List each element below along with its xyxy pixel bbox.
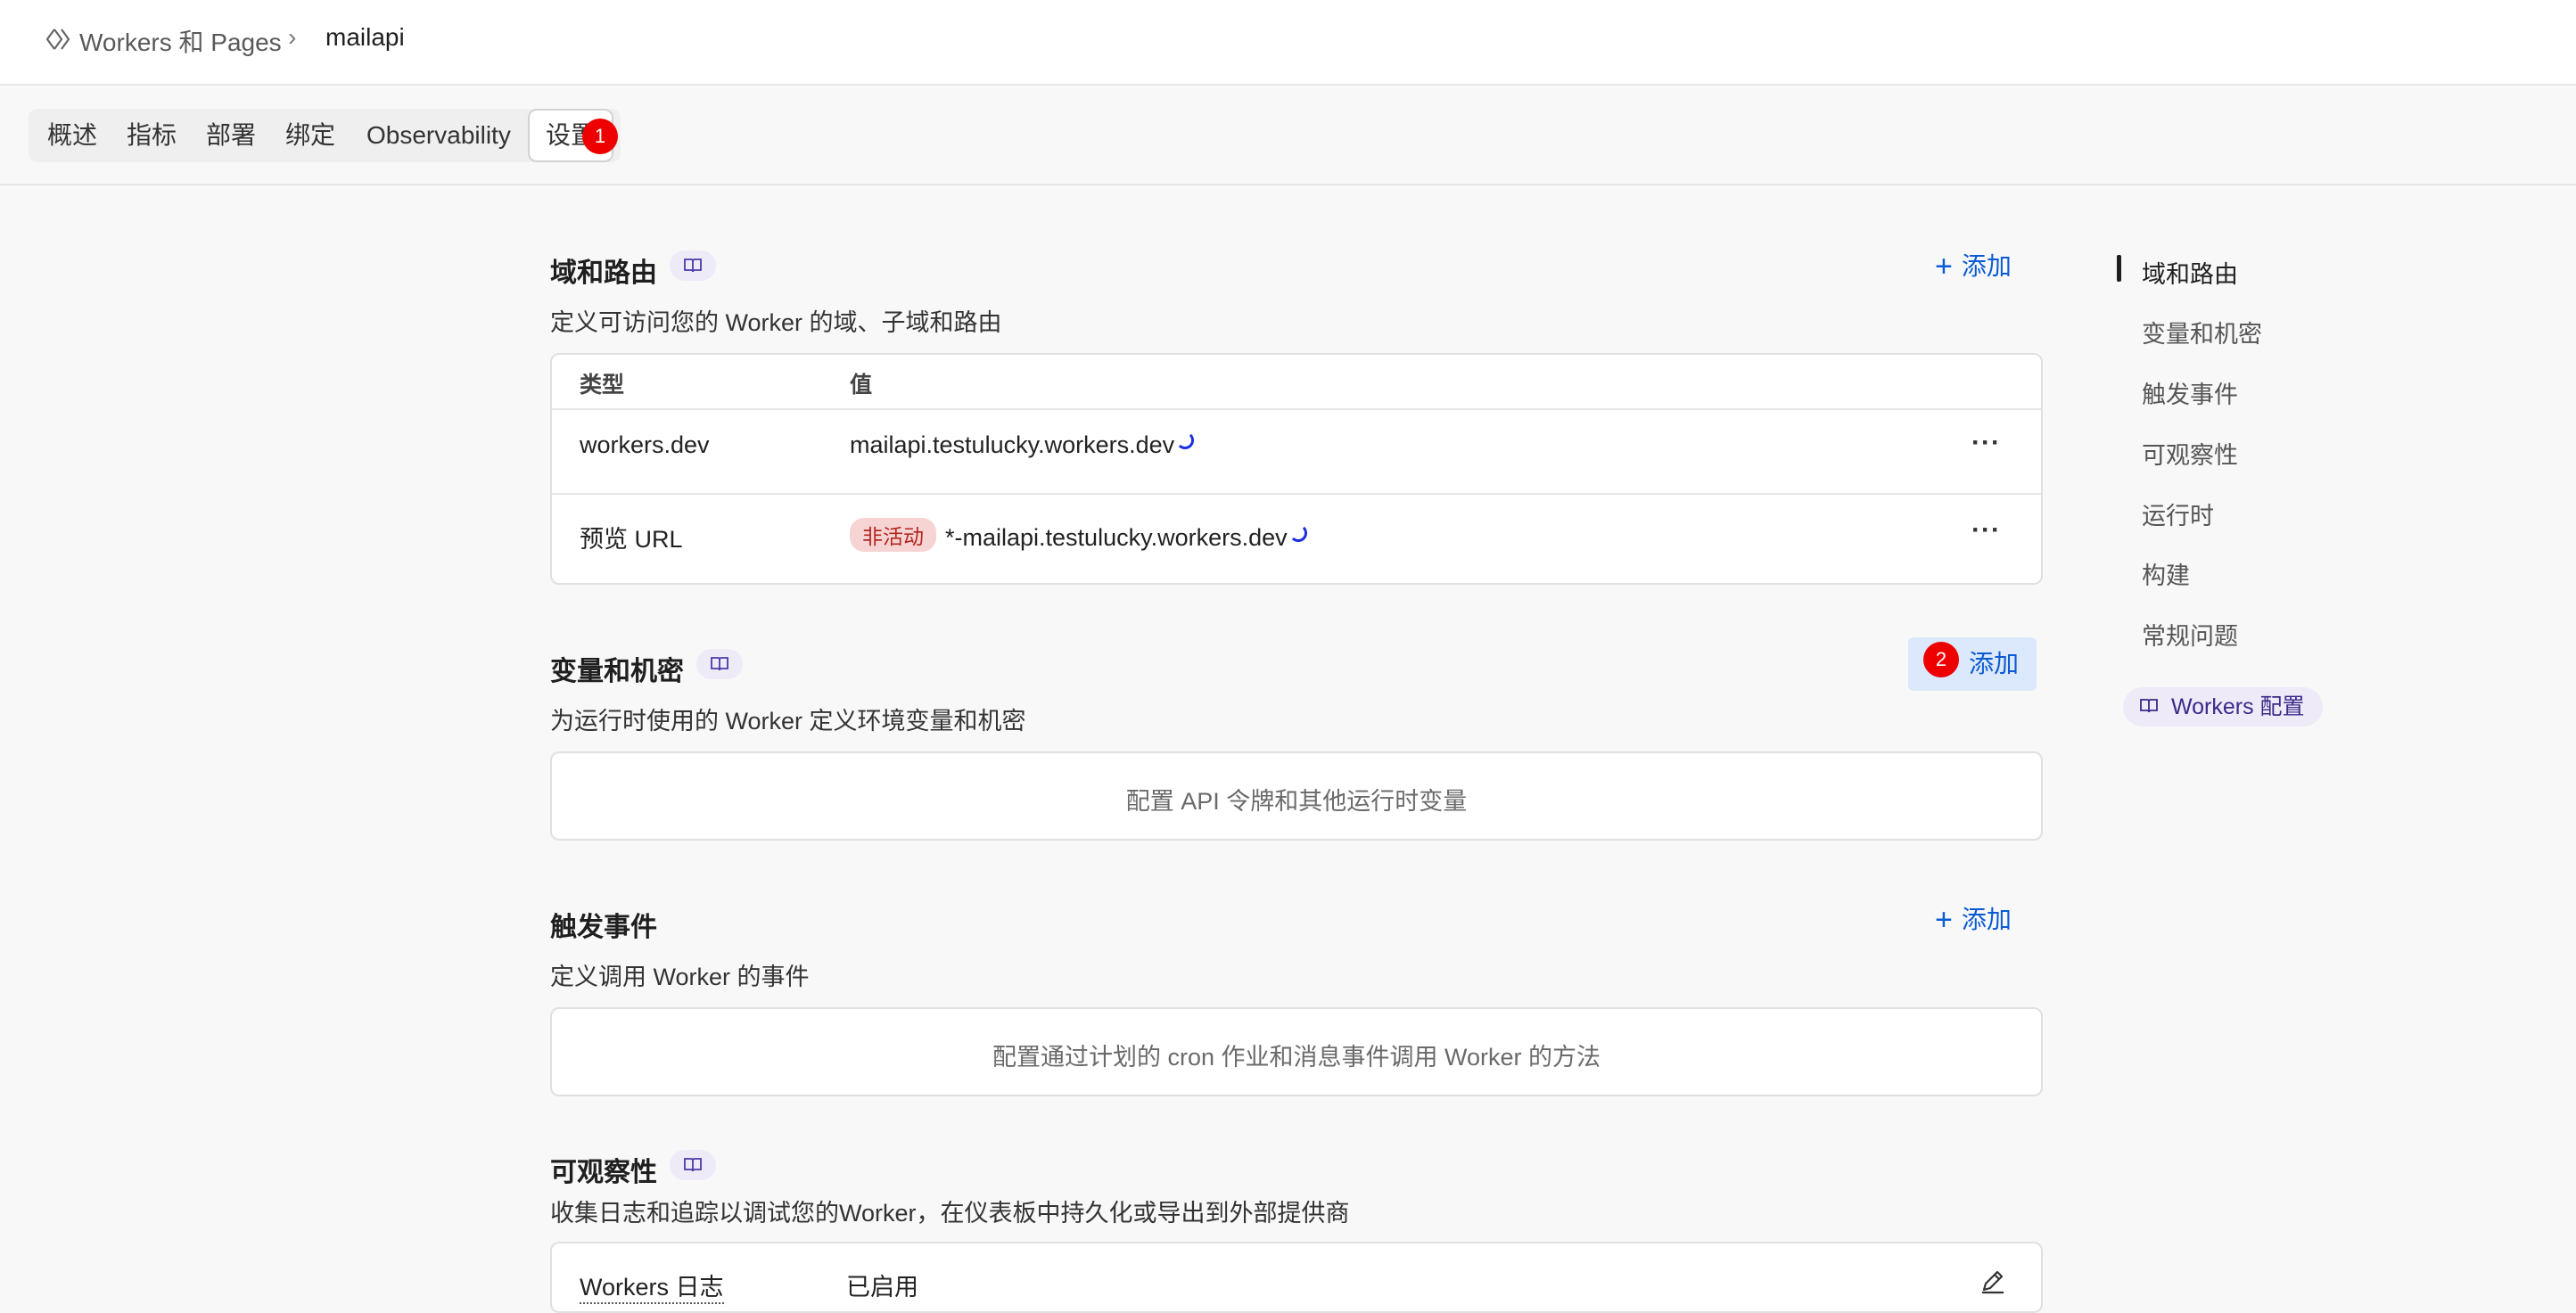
breadcrumb-separator: › — [288, 23, 297, 51]
row-value[interactable]: 非活动 *-mailapi.testulucky.workers.dev — [850, 518, 1307, 552]
triggers-title: 触发事件 — [550, 913, 657, 942]
triggers-empty-card[interactable]: 配置通过计划的 cron 作业和消息事件调用 Worker 的方法 — [550, 1007, 2043, 1096]
workers-config-docs-link[interactable]: Workers 配置 — [2123, 687, 2323, 726]
status-badge: 非活动 — [850, 518, 936, 552]
domains-docs-link[interactable] — [670, 250, 716, 281]
table-divider — [552, 408, 2041, 410]
toc-item-observability[interactable]: 可观察性 — [2142, 436, 2238, 471]
variables-description: 为运行时使用的 Worker 定义环境变量和机密 — [550, 708, 1026, 734]
plus-icon: + — [1935, 903, 1953, 937]
loading-spinner-icon — [1176, 431, 1195, 449]
workers-logs-status: 已启用 — [846, 1274, 918, 1301]
row-more-button[interactable]: ··· — [1971, 515, 2001, 546]
observability-title: 可观察性 — [550, 1158, 657, 1187]
observability-description: 收集日志和追踪以调试您的Worker，在仪表板中持久化或导出到外部提供商 — [550, 1200, 1350, 1227]
tab-overview[interactable]: 概述 — [47, 109, 97, 162]
row-value[interactable]: mailapi.testulucky.workers.dev — [850, 431, 1195, 459]
triggers-empty-text: 配置通过计划的 cron 作业和消息事件调用 Worker 的方法 — [992, 1044, 1601, 1071]
domains-add-label: 添加 — [1961, 252, 2012, 280]
observability-card: Workers 日志 已启用 — [550, 1242, 2043, 1313]
workers-config-label: Workers 配置 — [2171, 694, 2305, 719]
breadcrumb-current: mailapi — [325, 23, 405, 51]
row-value-text: *-mailapi.testulucky.workers.dev — [945, 524, 1288, 551]
row-more-button[interactable]: ··· — [1971, 428, 2001, 458]
toc-item-variables[interactable]: 变量和机密 — [2142, 315, 2262, 349]
variables-title: 变量和机密 — [550, 657, 684, 686]
tab-list: 概述 指标 部署 绑定 Observability 设置 1 — [29, 109, 621, 162]
observability-docs-link[interactable] — [670, 1150, 716, 1180]
domains-description: 定义可访问您的 Worker 的域、子域和路由 — [550, 309, 1002, 336]
toc-item-build[interactable]: 构建 — [2142, 556, 2190, 591]
tab-metrics[interactable]: 指标 — [127, 109, 177, 162]
toc-item-general[interactable]: 常规问题 — [2142, 617, 2238, 652]
domains-table: 类型 值 workers.dev mailapi.testulucky.work… — [550, 353, 2043, 585]
toc-item-triggers[interactable]: 触发事件 — [2142, 375, 2238, 410]
book-icon — [2140, 699, 2158, 713]
row-type: workers.dev — [580, 431, 710, 458]
tab-observability[interactable]: Observability — [366, 109, 511, 162]
book-icon — [684, 258, 702, 273]
variables-empty-text: 配置 API 令牌和其他运行时变量 — [1125, 788, 1468, 815]
triggers-add-label: 添加 — [1961, 906, 2012, 933]
variables-docs-link[interactable] — [696, 649, 743, 679]
toc-active-indicator — [2117, 255, 2121, 282]
variables-empty-card[interactable]: 配置 API 令牌和其他运行时变量 — [550, 751, 2043, 841]
domains-title: 域和路由 — [550, 258, 657, 288]
tab-bindings[interactable]: 绑定 — [285, 109, 335, 162]
plus-icon: + — [1935, 250, 1953, 283]
triggers-description: 定义调用 Worker 的事件 — [550, 964, 810, 990]
variables-add-label: 添加 — [1969, 650, 2020, 677]
edit-pencil-icon[interactable] — [1979, 1267, 2007, 1300]
tab-deployments[interactable]: 部署 — [206, 109, 256, 162]
toc-item-runtime[interactable]: 运行时 — [2142, 496, 2214, 531]
tabs-bar: 概述 指标 部署 绑定 Observability 设置 1 — [0, 86, 2576, 185]
triggers-add-button[interactable]: + 添加 — [1935, 893, 2012, 947]
table-divider — [552, 493, 2041, 495]
breadcrumb-root-link[interactable]: Workers 和 Pages — [79, 23, 282, 59]
row-value-text: mailapi.testulucky.workers.dev — [850, 431, 1175, 458]
workers-diamond-icon — [45, 26, 71, 53]
top-bar: Workers 和 Pages › mailapi — [0, 0, 2576, 86]
domains-add-button[interactable]: + 添加 — [1935, 240, 2012, 293]
book-icon — [684, 1158, 702, 1172]
toc-item-domains[interactable]: 域和路由 — [2142, 255, 2238, 290]
workers-logs-label[interactable]: Workers 日志 — [580, 1268, 724, 1304]
column-header-type: 类型 — [580, 373, 625, 398]
column-header-value: 值 — [850, 373, 873, 398]
book-icon — [711, 657, 728, 671]
row-type: 预览 URL — [580, 526, 683, 553]
step-badge-1: 1 — [582, 119, 618, 154]
loading-spinner-icon — [1288, 524, 1307, 542]
step-badge-2: 2 — [1923, 642, 1959, 677]
